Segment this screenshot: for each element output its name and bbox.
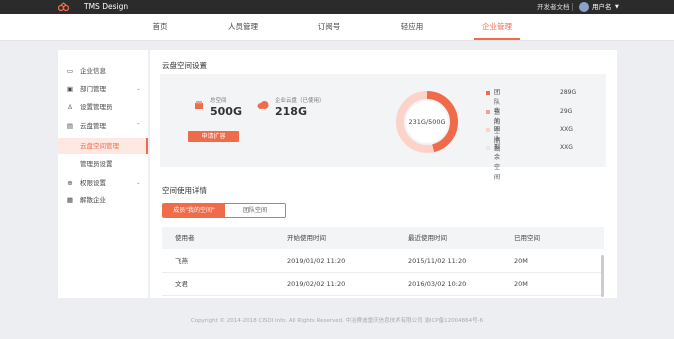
user-icon: ♙ [67,103,73,111]
footer-copyright: Copyright © 2014-2018 CISDI Info. All Ri… [190,318,484,324]
sidebar-item-cloud-drive[interactable]: ▤ 云盘管理 ⌃ [58,119,148,133]
cell-used: 20M [514,280,528,288]
department-icon: ▣ [66,85,74,93]
sidebar-item-admin-settings[interactable]: 管理员设置 [58,157,148,171]
sidebar-item-dissolve[interactable]: ▦ 解散企业 [58,193,148,207]
top-bar: TMS Design 开发者文档 用户名 ▼ [0,0,674,14]
sidebar-item-label: 云盘空间管理 [80,142,119,150]
main-nav: 首页 人员管理 订阅号 轻应用 企业管理 [0,14,674,41]
storage-overview: 总空间 500G 企业云盘（已使用） 218G 申请扩容 231G/500G 团… [160,74,606,181]
total-space-value: 500G [210,105,242,118]
sidebar-item-label: 管理员设置 [80,160,113,168]
logo-icon[interactable] [58,2,69,12]
cell-start: 2019/01/02 11:20 [287,257,346,265]
column-header-user: 使用者 [175,234,195,242]
avatar[interactable] [579,2,589,12]
sidebar-item-label: 解散企业 [80,196,106,204]
donut-label: 231G/500G [408,118,446,126]
tab-team-space[interactable]: 团队空间 [225,204,285,217]
sidebar-item-enterprise-info[interactable]: ▭ 企业信息 [58,64,148,78]
usage-section-title: 空间使用详情 [162,186,207,195]
legend-dot [486,91,490,95]
dissolve-icon: ▦ [66,196,74,204]
chevron-down-icon: ⌄ [136,180,141,186]
cell-used: 20M [514,257,528,265]
column-header-recent: 最近使用时间 [408,234,447,242]
main-content: 云盘空间设置 总空间 500G 企业云盘（已使用） 218G 申请扩容 231G… [150,50,617,298]
sidebar-item-cloud-space[interactable]: 云盘空间管理 [58,138,148,154]
tab-member-space[interactable]: 成员"我的空间" [163,204,225,217]
legend-dot [486,128,490,132]
expand-capacity-button[interactable]: 申请扩容 [188,131,239,142]
brand-name: TMS Design [84,2,129,11]
sidebar-item-label: 部门管理 [80,85,106,93]
sidebar-item-label: 云盘管理 [80,122,106,130]
column-header-used: 已用空间 [514,234,540,242]
used-space-value: 218G [275,105,307,118]
cell-user: 文君 [175,280,188,288]
nav-item-subscriptions[interactable]: 订阅号 [311,14,347,40]
total-space-label: 总空间 [210,98,227,104]
table-row[interactable]: 飞燕 2019/01/02 11:20 2015/11/02 11:20 20M [162,250,604,273]
table-scrollbar[interactable] [601,255,604,297]
nav-item-home[interactable]: 首页 [145,14,175,40]
legend-dot [486,110,490,114]
permission-icon: ⊕ [67,179,73,187]
sidebar-item-label: 企业信息 [80,67,106,75]
dev-docs-link[interactable]: 开发者文档 [537,3,570,12]
nav-item-light-apps[interactable]: 轻应用 [394,14,430,40]
nav-item-people[interactable]: 人员管理 [222,14,264,40]
cloud-drive-icon: ▤ [66,122,74,130]
monitor-icon: ▭ [66,67,74,75]
header-divider [572,3,573,11]
sidebar-item-departments[interactable]: ▣ 部门管理 ⌄ [58,82,148,96]
sidebar-item-set-admin[interactable]: ♙ 设置管理员 [58,100,148,114]
cell-recent: 2015/11/02 11:20 [408,257,467,265]
usage-tabs: 成员"我的空间" 团队空间 [162,203,286,218]
nav-item-enterprise[interactable]: 企业管理 [474,14,520,40]
table-row[interactable]: 文君 2019/02/02 11:20 2016/03/02 10:20 20M [162,273,604,296]
caret-down-icon[interactable]: ▼ [615,4,619,11]
table-header: 使用者 开始使用时间 最近使用时间 已用空间 [162,227,604,249]
username-menu[interactable]: 用户名 [592,3,612,12]
sidebar-item-label: 权限设置 [80,179,106,187]
sidebar-item-label: 设置管理员 [80,103,113,111]
storage-section-title: 云盘空间设置 [162,61,207,70]
cell-start: 2019/02/02 11:20 [287,280,346,288]
column-header-start: 开始使用时间 [287,234,326,242]
cell-user: 飞燕 [175,257,188,265]
used-space-label: 企业云盘（已使用） [275,98,325,104]
sidebar-item-permissions[interactable]: ⊕ 权限设置 ⌄ [58,176,148,190]
chevron-down-icon: ⌄ [136,86,141,92]
chevron-up-icon: ⌃ [136,123,141,129]
sidebar: ▭ 企业信息 ▣ 部门管理 ⌄ ♙ 设置管理员 ▤ 云盘管理 ⌃ 云盘空间管理 … [58,50,148,298]
legend-dot [486,146,490,150]
cell-recent: 2016/03/02 10:20 [408,280,467,288]
cloud-icon [257,101,269,109]
box-icon [195,101,203,109]
